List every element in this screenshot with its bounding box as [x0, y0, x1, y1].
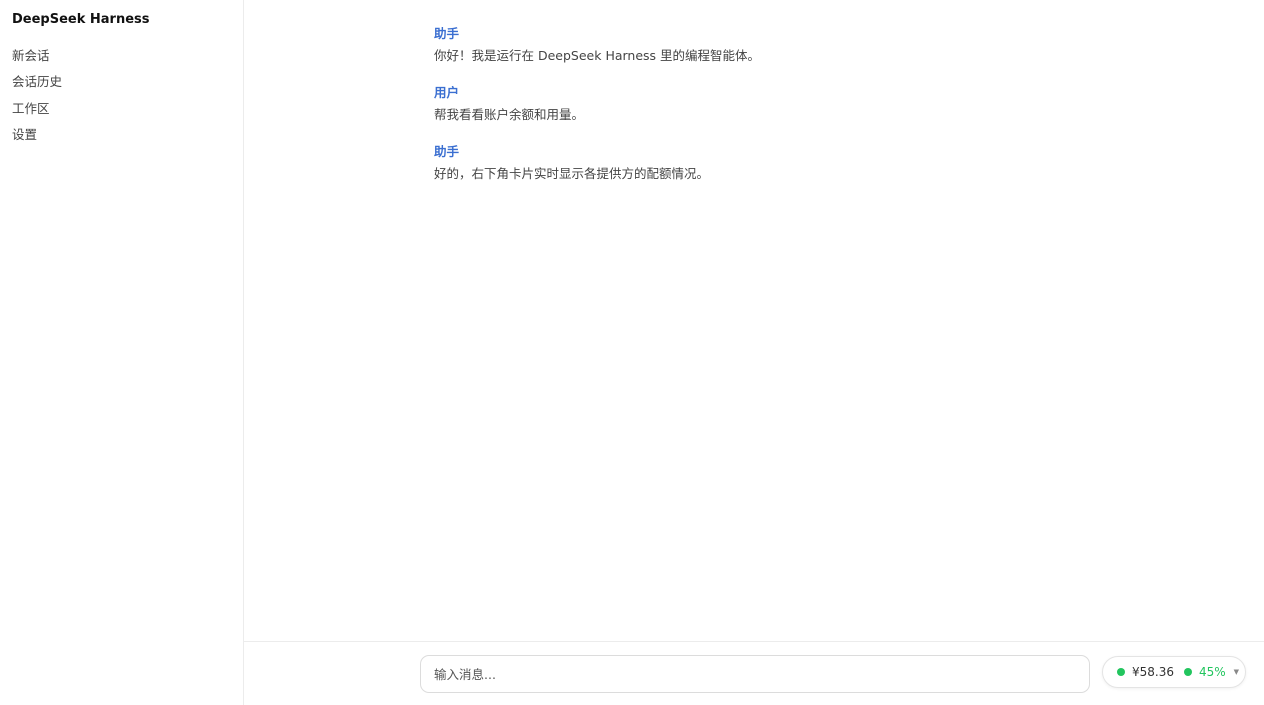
sidebar: DeepSeek Harness 新会话 会话历史 工作区 设置 — [0, 0, 244, 705]
sidebar-item-workspace[interactable]: 工作区 — [12, 100, 62, 126]
message-role: 助手 — [434, 144, 460, 159]
sidebar-item-new-chat[interactable]: 新会话 — [12, 47, 62, 73]
message-input[interactable] — [420, 655, 1090, 693]
message-role: 用户 — [434, 85, 460, 100]
composer-bar: ¥58.36 45% ▼ — [244, 641, 1264, 705]
sidebar-item-settings[interactable]: 设置 — [12, 126, 62, 152]
app-title: DeepSeek Harness — [12, 12, 150, 27]
message-item: 助手 你好！我是运行在 DeepSeek Harness 里的编程智能体。 — [434, 24, 1074, 68]
quota-card[interactable]: ¥58.36 45% ▼ — [1102, 656, 1246, 688]
chat-main: 助手 你好！我是运行在 DeepSeek Harness 里的编程智能体。 用户… — [244, 0, 1264, 705]
message-text: 帮我看看账户余额和用量。 — [434, 107, 585, 122]
app-window: DeepSeek Harness 新会话 会话历史 工作区 设置 助手 你好！我… — [0, 0, 1264, 705]
balance-status-dot-icon — [1117, 668, 1125, 676]
usage-status-dot-icon — [1184, 668, 1192, 676]
message-role: 助手 — [434, 26, 460, 41]
sidebar-item-chat-history[interactable]: 会话历史 — [12, 73, 62, 99]
balance-value: ¥58.36 — [1132, 665, 1174, 679]
sidebar-nav: 新会话 会话历史 工作区 设置 — [12, 47, 62, 152]
usage-value: 45% — [1199, 665, 1226, 679]
caret-down-icon[interactable]: ▼ — [1234, 668, 1239, 676]
message-text: 你好！我是运行在 DeepSeek Harness 里的编程智能体。 — [434, 48, 761, 63]
message-item: 助手 好的，右下角卡片实时显示各提供方的配额情况。 — [434, 142, 1074, 186]
message-text: 好的，右下角卡片实时显示各提供方的配额情况。 — [434, 166, 710, 181]
message-list: 助手 你好！我是运行在 DeepSeek Harness 里的编程智能体。 用户… — [434, 24, 1074, 201]
message-item: 用户 帮我看看账户余额和用量。 — [434, 83, 1074, 127]
